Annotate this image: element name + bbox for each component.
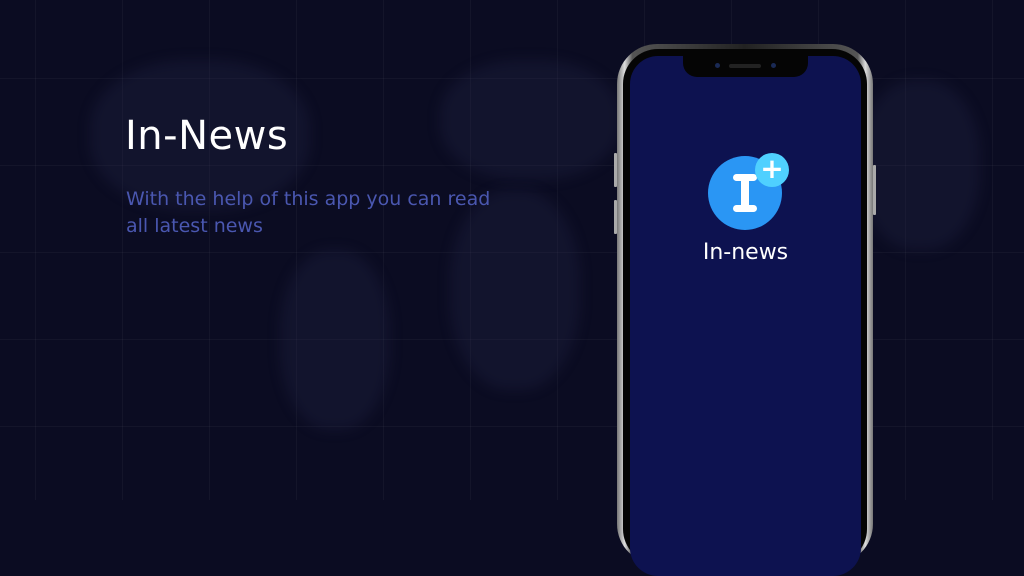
- sensor-icon: [771, 63, 776, 68]
- speaker-icon: [729, 64, 761, 68]
- letter-i-icon: [733, 174, 757, 212]
- description: With the help of this app you can read a…: [126, 188, 491, 237]
- phone-notch: [683, 56, 808, 77]
- phone-power-button: [873, 165, 876, 215]
- camera-icon: [715, 63, 720, 68]
- phone-screen: + In-news: [630, 56, 861, 576]
- app-name-label: In-news: [702, 240, 789, 265]
- plus-badge-icon: +: [755, 153, 789, 187]
- page-title: In-News: [125, 113, 289, 159]
- phone-mockup: + In-news: [617, 44, 873, 576]
